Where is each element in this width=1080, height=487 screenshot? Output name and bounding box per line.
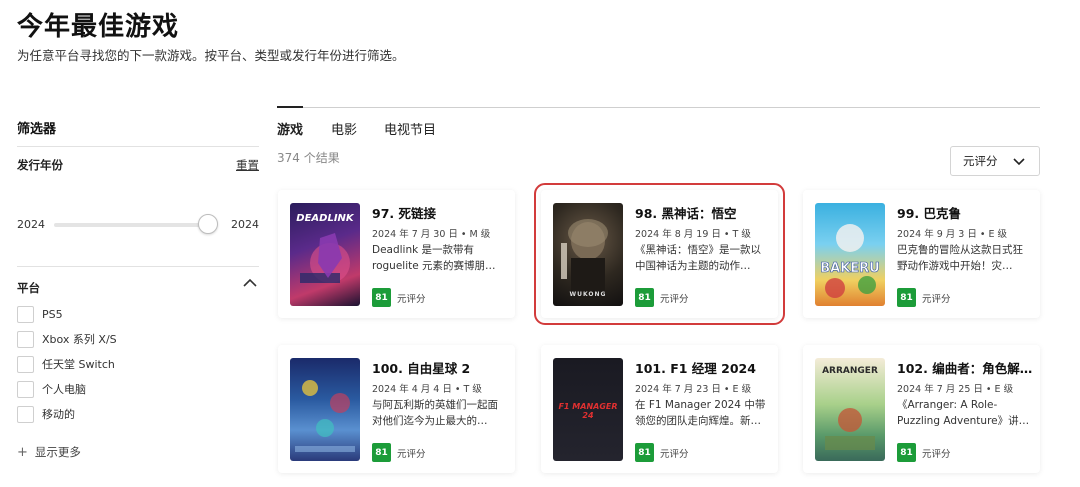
year-slider-track[interactable] <box>54 223 217 227</box>
metascore-label: 元评分 <box>660 294 689 305</box>
metascore-badge: 81 <box>635 443 654 462</box>
metascore-badge: 81 <box>897 443 916 462</box>
game-release-meta: 2024 年 9 月 3 日 • E 级 <box>897 229 1008 240</box>
game-title[interactable]: 100. 自由星球 2 <box>372 358 508 377</box>
checkbox[interactable] <box>17 305 34 323</box>
plus-icon: + <box>17 444 28 460</box>
game-description: Deadlink 是一款带有 roguelite 元素的赛博朋… <box>372 244 496 272</box>
filter-sidebar: 筛选器 发行年份 重置 2024 2024 平台 PS5 Xbox 系列 X/S… <box>17 108 259 487</box>
year-max-value: 2024 <box>231 218 259 231</box>
year-min-value: 2024 <box>17 218 45 231</box>
game-title[interactable]: 98. 黑神话：悟空 <box>635 203 771 222</box>
checkbox-label: 个人电脑 <box>42 383 86 396</box>
show-more-button[interactable]: + 显示更多 <box>17 444 81 460</box>
show-more-label: 显示更多 <box>34 445 81 459</box>
year-slider-thumb[interactable] <box>198 214 218 234</box>
game-cover-image: BAKERU <box>815 203 885 306</box>
metascore-badge: 81 <box>635 288 654 307</box>
platform-checkbox-switch[interactable]: 任天堂 Switch <box>17 354 115 374</box>
platform-checkbox-xbox[interactable]: Xbox 系列 X/S <box>17 329 117 349</box>
page-title: 今年最佳游戏 <box>17 12 180 42</box>
game-description: 与阿瓦利斯的英雄们一起面对他们迄今为止最大的… <box>372 399 498 427</box>
checkbox-label: PS5 <box>42 307 63 321</box>
game-title[interactable]: 101. F1 经理 2024 <box>635 358 771 377</box>
checkbox[interactable] <box>17 330 34 348</box>
metascore-label: 元评分 <box>922 449 951 460</box>
chevron-down-icon <box>1013 158 1025 166</box>
game-description: 在 F1 Manager 2024 中带领您的团队走向辉煌。新… <box>635 399 766 427</box>
checkbox[interactable] <box>17 355 34 373</box>
divider <box>17 146 259 147</box>
game-card[interactable]: DEADLINK 97. 死链接 2024 年 7 月 30 日 • M 级 D… <box>278 190 515 318</box>
metascore-label: 元评分 <box>660 449 689 460</box>
game-cover-image: F1 MANAGER 24 <box>553 358 623 461</box>
tab-movies[interactable]: 电影 <box>331 119 357 138</box>
game-card[interactable]: ARRANGER 102. 编曲者：角色解… 2024 年 7 月 25 日 •… <box>803 345 1040 473</box>
checkbox-label: Xbox 系列 X/S <box>42 333 117 346</box>
game-description: 巴克鲁的冒险从这款日式狂野动作游戏中开始！灾… <box>897 244 1023 272</box>
reset-year-link[interactable]: 重置 <box>236 157 259 173</box>
game-cover-image: DEADLINK <box>290 203 360 306</box>
sort-dropdown[interactable]: 元评分 <box>950 146 1040 176</box>
page-subtitle: 为任意平台寻找您的下一款游戏。按平台、类型或发行年份进行筛选。 <box>17 48 405 63</box>
platform-checkbox-mobile[interactable]: 移动的 <box>17 404 75 424</box>
game-release-meta: 2024 年 7 月 30 日 • M 级 <box>372 229 491 240</box>
divider <box>17 266 259 267</box>
release-year-label: 发行年份 <box>17 158 63 172</box>
metascore-badge: 81 <box>372 288 391 307</box>
game-card[interactable]: F1 MANAGER 24 101. F1 经理 2024 2024 年 7 月… <box>541 345 778 473</box>
chevron-up-icon[interactable] <box>241 276 259 290</box>
metascore-badge: 81 <box>372 443 391 462</box>
game-cover-image <box>290 358 360 461</box>
metascore-label: 元评分 <box>922 294 951 305</box>
game-card[interactable]: BAKERU 99. 巴克鲁 2024 年 9 月 3 日 • E 级 巴克鲁的… <box>803 190 1040 318</box>
game-description: 《Arranger: A Role-Puzzling Adventure》讲… <box>897 399 1030 427</box>
game-card[interactable]: WUKONG 98. 黑神话：悟空 2024 年 8 月 19 日 • T 级 … <box>534 183 785 325</box>
tabs-divider <box>277 107 1040 108</box>
platform-checkbox-pc[interactable]: 个人电脑 <box>17 379 86 399</box>
tab-tv-shows[interactable]: 电视节目 <box>384 119 436 138</box>
result-count: 374 个结果 <box>277 151 340 165</box>
game-cover-image: ARRANGER <box>815 358 885 461</box>
active-tab-indicator <box>277 106 303 108</box>
checkbox[interactable] <box>17 380 34 398</box>
checkbox-label: 移动的 <box>42 408 75 421</box>
game-title[interactable]: 97. 死链接 <box>372 203 508 222</box>
sort-dropdown-label: 元评分 <box>963 154 998 168</box>
game-release-meta: 2024 年 7 月 23 日 • E 级 <box>635 384 752 395</box>
game-release-meta: 2024 年 4 月 4 日 • T 级 <box>372 384 482 395</box>
filter-heading: 筛选器 <box>17 122 57 137</box>
metascore-label: 元评分 <box>397 294 426 305</box>
game-release-meta: 2024 年 8 月 19 日 • T 级 <box>635 229 751 240</box>
metascore-label: 元评分 <box>397 449 426 460</box>
platform-label: 平台 <box>17 281 40 295</box>
metascore-badge: 81 <box>897 288 916 307</box>
checkbox-label: 任天堂 Switch <box>42 358 115 371</box>
game-card[interactable]: 100. 自由星球 2 2024 年 4 月 4 日 • T 级 与阿瓦利斯的英… <box>278 345 515 473</box>
game-title[interactable]: 99. 巴克鲁 <box>897 203 1033 222</box>
game-cover-image: WUKONG <box>553 203 623 306</box>
checkbox[interactable] <box>17 405 34 423</box>
game-description: 《黑神话：悟空》是一款以中国神话为主题的动作… <box>635 244 761 272</box>
platform-checkbox-ps5[interactable]: PS5 <box>17 304 63 324</box>
game-title[interactable]: 102. 编曲者：角色解… <box>897 358 1033 377</box>
tab-games[interactable]: 游戏 <box>277 119 303 138</box>
game-release-meta: 2024 年 7 月 25 日 • E 级 <box>897 384 1014 395</box>
